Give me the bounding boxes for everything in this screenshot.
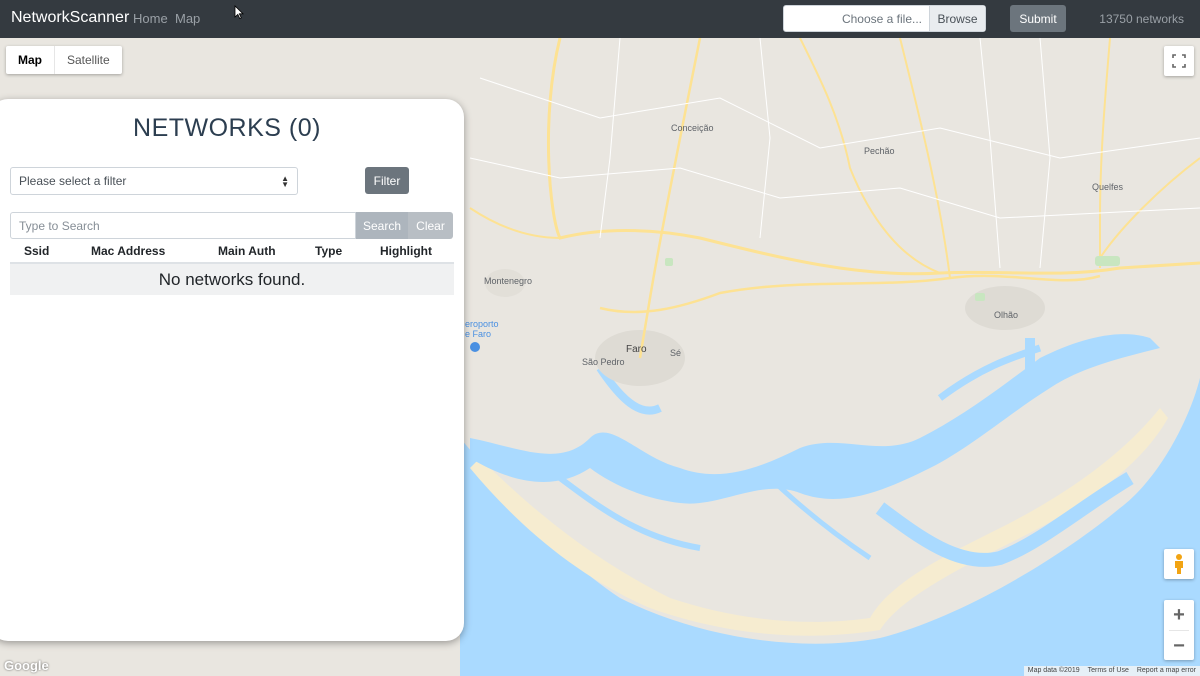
map-label-se: Sé [670,348,682,358]
file-input-label: Choose a file... [841,11,922,26]
file-input[interactable]: Choose a file... Browse [783,5,986,32]
browse-button[interactable]: Browse [929,6,985,31]
panel-title: NETWORKS (0) [133,114,321,142]
submit-button[interactable]: Submit [1010,5,1066,32]
column-header-mac-address[interactable]: Mac Address [91,244,165,258]
map-label-sao-pedro: São Pedro [582,357,625,367]
brand-link[interactable]: NetworkScanner [11,9,129,27]
filter-button[interactable]: Filter [365,167,409,194]
street-view-pegman-button[interactable] [1164,549,1194,579]
navbar: NetworkScanner Home Map Choose a file...… [0,0,1200,38]
mouse-cursor-icon [234,5,244,19]
nav-home-link[interactable]: Home [133,11,168,26]
map-label-quelfes: Quelfes [1092,182,1124,192]
fullscreen-icon [1172,54,1186,68]
table-empty-row: No networks found. [10,264,454,295]
column-header-ssid[interactable]: Ssid [24,244,49,258]
report-map-error-link[interactable]: Report a map error [1133,666,1200,676]
select-arrows-icon: ▲ ▼ [281,174,289,189]
zoom-out-button[interactable]: − [1164,631,1194,661]
map-label-airport-line-1: eroporto [465,319,499,329]
google-logo[interactable]: Google [4,658,49,673]
zoom-control: + − [1164,600,1194,660]
map-label-conceicao: Conceição [671,123,714,133]
terms-of-use-link[interactable]: Terms of Use [1084,666,1133,676]
search-button[interactable]: Search [356,212,408,239]
map-attribution: Map data ©2019 Terms of Use Report a map… [1023,666,1200,676]
fullscreen-button[interactable] [1164,46,1194,76]
column-header-main-auth[interactable]: Main Auth [218,244,276,258]
map-type-control: Map Satellite [6,46,122,74]
networks-table-header: Ssid Mac Address Main Auth Type Highligh… [10,240,454,264]
map-type-satellite-button[interactable]: Satellite [55,46,122,74]
map-label-airport-line-2: e Faro [465,329,492,339]
filter-select-value: Please select a filter [19,174,127,188]
column-header-type[interactable]: Type [315,244,342,258]
network-count: 13750 networks [1099,12,1184,26]
pegman-icon [1175,554,1183,574]
map-data-credit: Map data ©2019 [1027,667,1080,674]
map-label-pechao: Pechão [864,146,895,156]
filter-select[interactable]: Please select a filter ▲ ▼ [10,167,298,195]
clear-button[interactable]: Clear [408,212,453,239]
map-label-faro: Faro [626,344,647,355]
map-label-olhao: Olhão [994,310,1019,320]
nav-map-link[interactable]: Map [175,11,200,26]
networks-panel: NETWORKS (0) Please select a filter ▲ ▼ F… [0,99,464,641]
map-type-map-button[interactable]: Map [6,46,55,74]
column-header-highlight[interactable]: Highlight [380,244,432,258]
zoom-in-button[interactable]: + [1164,600,1194,630]
map-label-montenegro: Montenegro [484,276,533,286]
search-input[interactable]: Type to Search [10,212,356,239]
